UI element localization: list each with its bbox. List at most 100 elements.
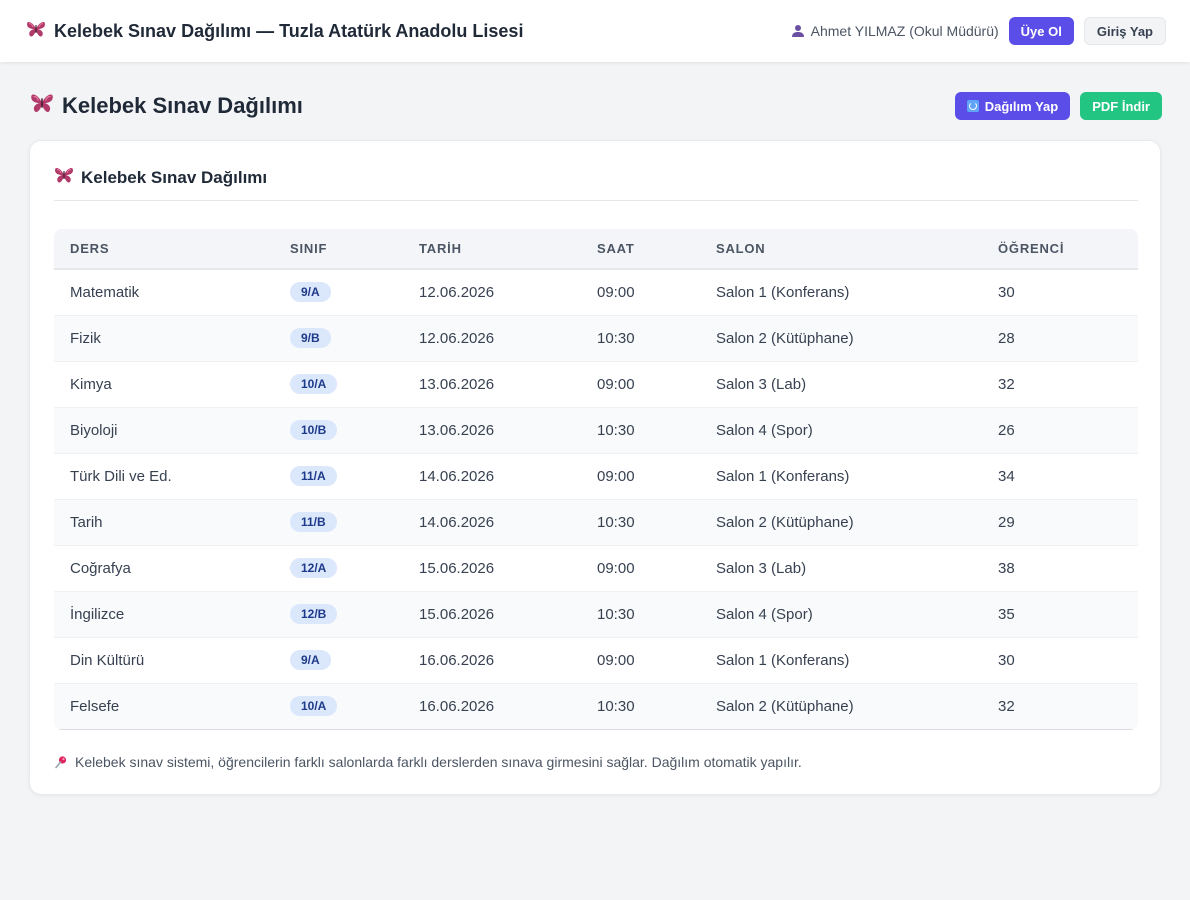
table-row[interactable]: Fizik 9/B 12.06.2026 10:30 Salon 2 (Kütü… [54, 315, 1138, 361]
cell-salon: Salon 2 (Kütüphane) [716, 329, 854, 347]
cell-ders: Din Kültürü [70, 651, 145, 669]
pushpin-icon [54, 755, 68, 769]
cell-saat: 10:30 [597, 697, 635, 715]
cell-sinif: 10/A [274, 361, 403, 407]
cell-salon: Salon 2 (Kütüphane) [716, 513, 854, 531]
page-title-text: Kelebek Sınav Dağılımı [62, 93, 303, 118]
exam-table: DERS SINIF TARİH SAAT SALON ÖĞRENCİ Mate… [54, 229, 1138, 730]
refresh-icon [966, 100, 979, 112]
page-actions: Dağılım Yap PDF İndir [954, 92, 1162, 120]
brand[interactable]: Kelebek Sınav Dağılımı — Tuzla Atatürk A… [26, 20, 523, 43]
cell-ders: Kimya [70, 375, 112, 393]
user-info: Ahmet YILMAZ (Okul Müdürü) [791, 23, 999, 39]
cell-sinif: 10/B [274, 407, 403, 453]
cell-ogrenci: 26 [998, 421, 1015, 439]
cell-sinif: 9/A [274, 269, 403, 315]
table-row[interactable]: Matematik 9/A 12.06.2026 09:00 Salon 1 (… [54, 269, 1138, 315]
divider [54, 200, 1138, 201]
exam-table-wrapper: DERS SINIF TARİH SAAT SALON ÖĞRENCİ Mate… [54, 229, 1138, 730]
column-header-ders[interactable]: DERS [54, 229, 274, 269]
cell-saat: 10:30 [597, 421, 635, 439]
cell-ders: İngilizce [70, 605, 125, 623]
cell-tarih: 15.06.2026 [419, 559, 495, 577]
cell-ders: Tarih [70, 513, 103, 531]
column-header-ogrenci[interactable]: ÖĞRENCİ [982, 229, 1138, 269]
cell-ders: Matematik [70, 283, 140, 301]
cell-saat: 09:00 [597, 375, 635, 393]
cell-tarih: 16.06.2026 [419, 697, 495, 715]
class-badge: 12/B [290, 604, 338, 624]
cell-ders: Fizik [70, 329, 101, 347]
class-badge: 10/B [290, 420, 338, 440]
user-name: Ahmet YILMAZ (Okul Müdürü) [810, 23, 999, 39]
cell-tarih: 13.06.2026 [419, 375, 495, 393]
cell-saat: 09:00 [597, 559, 635, 577]
table-row[interactable]: Biyoloji 10/B 13.06.2026 10:30 Salon 4 (… [54, 407, 1138, 453]
cell-saat: 10:30 [597, 605, 635, 623]
cell-salon: Salon 3 (Lab) [716, 375, 807, 393]
class-badge: 10/A [290, 696, 338, 716]
cell-tarih: 14.06.2026 [419, 513, 495, 531]
butterfly-icon [26, 20, 46, 43]
cell-ogrenci: 32 [998, 697, 1015, 715]
page-header: Kelebek Sınav Dağılımı Dağılım Yap PDF İ… [30, 91, 1162, 121]
distribute-label: Dağılım Yap [984, 98, 1059, 114]
app-title: Kelebek Sınav Dağılımı — Tuzla Atatürk A… [54, 20, 524, 41]
class-badge: 9/A [290, 650, 331, 670]
cell-ders: Türk Dili ve Ed. [70, 467, 172, 485]
class-badge: 12/A [290, 558, 338, 578]
signup-button[interactable]: Üye Ol [1008, 17, 1074, 45]
cell-ders: Felsefe [70, 697, 120, 715]
page-title: Kelebek Sınav Dağılımı [30, 92, 303, 120]
cell-tarih: 14.06.2026 [419, 467, 495, 485]
cell-sinif: 9/A [274, 637, 403, 683]
butterfly-icon [54, 166, 74, 189]
info-note-text: Kelebek sınav sistemi, öğrencilerin fark… [75, 754, 802, 770]
cell-ogrenci: 35 [998, 605, 1015, 623]
cell-salon: Salon 1 (Konferans) [716, 651, 850, 669]
class-badge: 11/B [290, 512, 337, 532]
cell-ogrenci: 38 [998, 559, 1015, 577]
table-row[interactable]: Felsefe 10/A 16.06.2026 10:30 Salon 2 (K… [54, 683, 1138, 729]
distribution-card: Kelebek Sınav Dağılımı DERS SINIF TARİH … [29, 140, 1161, 795]
cell-ogrenci: 29 [998, 513, 1015, 531]
table-row[interactable]: Coğrafya 12/A 15.06.2026 09:00 Salon 3 (… [54, 545, 1138, 591]
cell-salon: Salon 4 (Spor) [716, 605, 813, 623]
cell-saat: 09:00 [597, 651, 635, 669]
cell-saat: 09:00 [597, 283, 635, 301]
cell-sinif: 10/A [274, 683, 403, 729]
cell-ders: Biyoloji [70, 421, 118, 439]
cell-ogrenci: 30 [998, 283, 1015, 301]
cell-salon: Salon 1 (Konferans) [716, 283, 850, 301]
user-icon [791, 24, 805, 38]
cell-saat: 09:00 [597, 467, 635, 485]
cell-salon: Salon 2 (Kütüphane) [716, 697, 854, 715]
table-row[interactable]: Türk Dili ve Ed. 11/A 14.06.2026 09:00 S… [54, 453, 1138, 499]
cell-tarih: 13.06.2026 [419, 421, 495, 439]
login-button[interactable]: Giriş Yap [1083, 17, 1166, 45]
table-row[interactable]: Tarih 11/B 14.06.2026 10:30 Salon 2 (Küt… [54, 499, 1138, 545]
cell-sinif: 12/A [274, 545, 403, 591]
cell-saat: 10:30 [597, 513, 635, 531]
column-header-saat[interactable]: SAAT [581, 229, 700, 269]
cell-tarih: 16.06.2026 [419, 651, 495, 669]
cell-sinif: 11/B [274, 499, 403, 545]
pdf-download-button[interactable]: PDF İndir [1080, 92, 1162, 120]
class-badge: 9/A [290, 282, 331, 303]
cell-sinif: 9/B [274, 315, 403, 361]
column-header-sinif[interactable]: SINIF [274, 229, 403, 269]
class-badge: 10/A [290, 374, 338, 394]
info-note: Kelebek sınav sistemi, öğrencilerin fark… [54, 754, 1138, 770]
table-row[interactable]: Kimya 10/A 13.06.2026 09:00 Salon 3 (Lab… [54, 361, 1138, 407]
column-header-salon[interactable]: SALON [700, 229, 982, 269]
table-row[interactable]: Din Kültürü 9/A 16.06.2026 09:00 Salon 1… [54, 637, 1138, 683]
top-navbar: Kelebek Sınav Dağılımı — Tuzla Atatürk A… [0, 0, 1190, 62]
cell-ogrenci: 30 [998, 651, 1015, 669]
butterfly-icon [30, 92, 54, 120]
cell-tarih: 12.06.2026 [419, 329, 495, 347]
cell-ogrenci: 32 [998, 375, 1015, 393]
card-title-text: Kelebek Sınav Dağılımı [81, 167, 268, 187]
column-header-tarih[interactable]: TARİH [403, 229, 581, 269]
distribute-button[interactable]: Dağılım Yap [954, 92, 1071, 120]
table-row[interactable]: İngilizce 12/B 15.06.2026 10:30 Salon 4 … [54, 591, 1138, 637]
